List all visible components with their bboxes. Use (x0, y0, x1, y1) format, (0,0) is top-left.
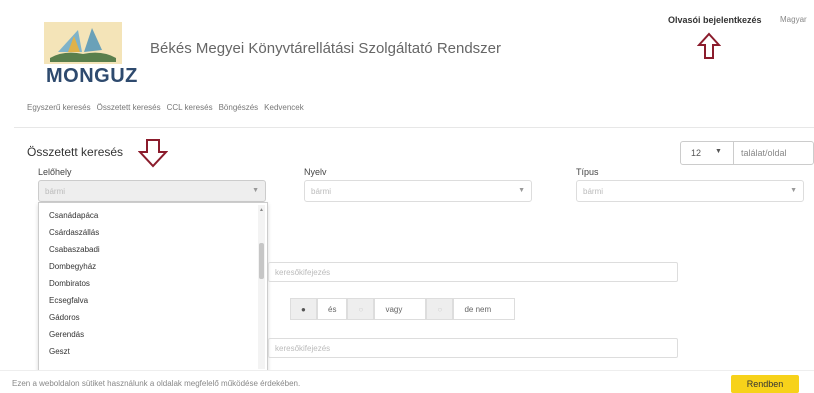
results-per-page-select[interactable]: 12 ▼ találat/oldal (680, 141, 814, 165)
main-nav: Egyszerű keresés Összetett keresés CCL k… (27, 103, 304, 112)
site-title: Békés Megyei Könyvtárellátási Szolgáltat… (150, 40, 502, 57)
cookie-bar: Ezen a weboldalon sütiket használunk a o… (0, 370, 814, 393)
list-item[interactable]: Dombegyház (49, 262, 96, 271)
down-arrow-icon (138, 139, 168, 168)
logo-image (44, 22, 122, 64)
scrollbar[interactable] (258, 205, 265, 369)
or-radio[interactable]: ○ (347, 298, 375, 320)
radio-selected-icon: ● (301, 305, 306, 314)
radio-icon: ○ (437, 305, 443, 314)
list-item[interactable]: Csárdaszállás (49, 228, 99, 237)
logo-text: MONGUZ (46, 65, 138, 87)
radio-icon: ○ (358, 305, 364, 314)
page-title: Összetett keresés (27, 145, 124, 159)
caret-down-icon: ▼ (790, 187, 797, 194)
scroll-up-icon[interactable]: ▲ (259, 207, 264, 213)
divider (14, 127, 814, 128)
and-radio[interactable]: ● (290, 298, 317, 320)
nav-ccl-search[interactable]: CCL keresés (167, 103, 213, 112)
not-radio[interactable]: ○ (426, 298, 454, 320)
location-value: bármi (45, 187, 66, 196)
type-value: bármi (583, 187, 604, 196)
search-input-2[interactable]: keresőkifejezés (268, 338, 678, 358)
type-label: Típus (576, 167, 599, 177)
caret-down-icon: ▼ (252, 187, 259, 194)
list-item[interactable]: Csabaszabadi (49, 245, 100, 254)
language-select[interactable]: bármi ▼ (304, 180, 532, 202)
caret-down-icon: ▼ (518, 187, 525, 194)
login-link[interactable]: Olvasói bejelentkezés (668, 15, 762, 25)
location-dropdown[interactable]: Csanádapáca Csárdaszállás Csabaszabadi D… (38, 202, 268, 372)
per-page-label: találat/oldal (741, 148, 787, 158)
cookie-text: Ezen a weboldalon sütiket használunk a o… (12, 379, 301, 388)
and-label[interactable]: és (317, 298, 348, 320)
per-page-value: 12 (691, 148, 702, 158)
language-value: bármi (311, 187, 332, 196)
caret-down-icon: ▼ (715, 148, 722, 155)
language-label: Nyelv (304, 167, 327, 177)
nav-simple-search[interactable]: Egyszerű keresés (27, 103, 91, 112)
scrollbar-thumb[interactable] (259, 243, 264, 279)
cookie-accept-button[interactable]: Rendben (731, 375, 799, 393)
list-item[interactable]: Geszt (49, 347, 70, 356)
type-select[interactable]: bármi ▼ (576, 180, 804, 202)
operator-group: ● és ○ vagy ○ de nem (290, 298, 548, 320)
list-item[interactable]: Ecsegfalva (49, 296, 88, 305)
nav-browse[interactable]: Böngészés (219, 103, 259, 112)
list-item[interactable]: Gerendás (49, 330, 84, 339)
nav-favorites[interactable]: Kedvencek (264, 103, 304, 112)
nav-advanced-search[interactable]: Összetett keresés (97, 103, 161, 112)
not-label[interactable]: de nem (453, 298, 516, 320)
list-item[interactable]: Csanádapáca (49, 211, 98, 220)
divider (733, 142, 734, 164)
language-selector[interactable]: Magyar (780, 15, 807, 24)
location-label: Lelőhely (38, 167, 72, 177)
list-item[interactable]: Dombiratos (49, 279, 90, 288)
location-select[interactable]: bármi ▼ (38, 180, 266, 202)
up-arrow-icon (697, 32, 721, 59)
list-item[interactable]: Gádoros (49, 313, 80, 322)
or-label[interactable]: vagy (374, 298, 427, 320)
search-input[interactable]: keresőkifejezés (268, 262, 678, 282)
